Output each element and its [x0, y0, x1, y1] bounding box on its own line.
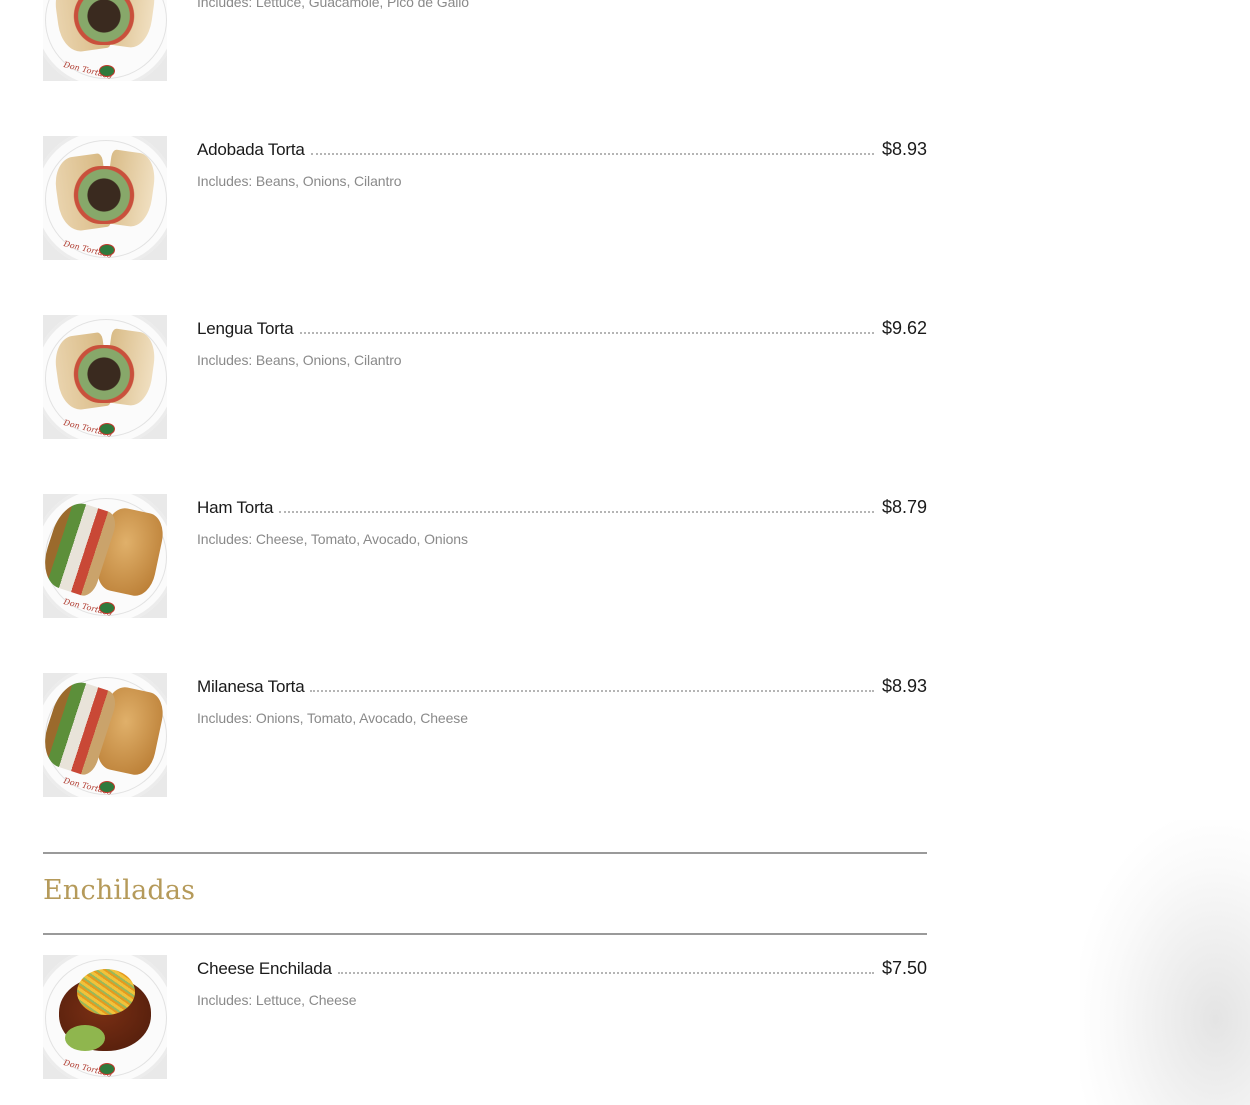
item-name: Lengua Torta	[197, 319, 294, 338]
dotted-leader	[299, 332, 874, 334]
plate-logo	[99, 423, 115, 435]
dotted-leader	[279, 511, 874, 513]
dotted-leader	[310, 690, 874, 692]
item-price: $9.62	[881, 318, 927, 338]
item-photo[interactable]: Don Tortaco	[43, 0, 167, 81]
plate-logo	[99, 781, 115, 793]
item-description: Includes: Beans, Onions, Cilantro	[197, 352, 402, 368]
item-photo[interactable]: Don Tortaco	[43, 673, 167, 797]
menu-item: Don Tortaco Milanesa Torta $8.93 Include…	[43, 673, 927, 797]
section-divider-top	[43, 852, 927, 854]
item-title-row: Milanesa Torta $8.93	[197, 673, 927, 697]
item-name: Cheese Enchilada	[197, 959, 332, 978]
menu-item: Don Tortaco Ham Torta $8.79 Includes: Ch…	[43, 494, 927, 618]
item-price: $8.93	[881, 676, 927, 696]
item-info: Milanesa Torta $8.93 Includes: Onions, T…	[197, 673, 927, 726]
item-title-row: Ham Torta $8.79	[197, 494, 927, 518]
dotted-leader	[310, 153, 874, 155]
item-description: Includes: Lettuce, Guacamole, Pico de Ga…	[197, 0, 469, 10]
item-info: Ham Torta $8.79 Includes: Cheese, Tomato…	[197, 494, 927, 547]
item-description: Includes: Lettuce, Cheese	[197, 992, 357, 1008]
item-description: Includes: Cheese, Tomato, Avocado, Onion…	[197, 531, 468, 547]
plate-logo	[99, 1063, 115, 1075]
plate-logo	[99, 65, 115, 77]
item-title-row: Lengua Torta $9.62	[197, 315, 927, 339]
item-title-row: Adobada Torta $8.93	[197, 136, 927, 160]
item-photo[interactable]: Don Tortaco	[43, 955, 167, 1079]
item-name: Adobada Torta	[197, 140, 305, 159]
menu-item: Don Tortaco Cheese Enchilada $7.50 Inclu…	[43, 955, 927, 1079]
item-photo[interactable]: Don Tortaco	[43, 315, 167, 439]
item-price: $8.79	[881, 497, 927, 517]
section-title: Enchiladas	[43, 875, 196, 906]
menu-page: Don Tortaco Includes: Lettuce, Guacamole…	[0, 0, 1250, 1105]
background-shadow	[1080, 820, 1250, 1105]
item-info: Lengua Torta $9.62 Includes: Beans, Onio…	[197, 315, 927, 368]
menu-item-partial: Don Tortaco	[43, 0, 927, 81]
item-info: Adobada Torta $8.93 Includes: Beans, Oni…	[197, 136, 927, 189]
menu-item: Don Tortaco Lengua Torta $9.62 Includes:…	[43, 315, 927, 439]
item-price: $7.50	[881, 958, 927, 978]
item-title-row: Cheese Enchilada $7.50	[197, 955, 927, 979]
dotted-leader	[337, 972, 874, 974]
menu-item: Don Tortaco Adobada Torta $8.93 Includes…	[43, 136, 927, 260]
plate-logo	[99, 244, 115, 256]
item-photo[interactable]: Don Tortaco	[43, 136, 167, 260]
item-description: Includes: Beans, Onions, Cilantro	[197, 173, 402, 189]
item-name: Milanesa Torta	[197, 677, 305, 696]
plate-logo	[99, 602, 115, 614]
item-price: $8.93	[881, 139, 927, 159]
item-photo[interactable]: Don Tortaco	[43, 494, 167, 618]
item-description: Includes: Onions, Tomato, Avocado, Chees…	[197, 710, 468, 726]
item-info: Cheese Enchilada $7.50 Includes: Lettuce…	[197, 955, 927, 1008]
item-name: Ham Torta	[197, 498, 274, 517]
section-divider-bottom	[43, 933, 927, 935]
